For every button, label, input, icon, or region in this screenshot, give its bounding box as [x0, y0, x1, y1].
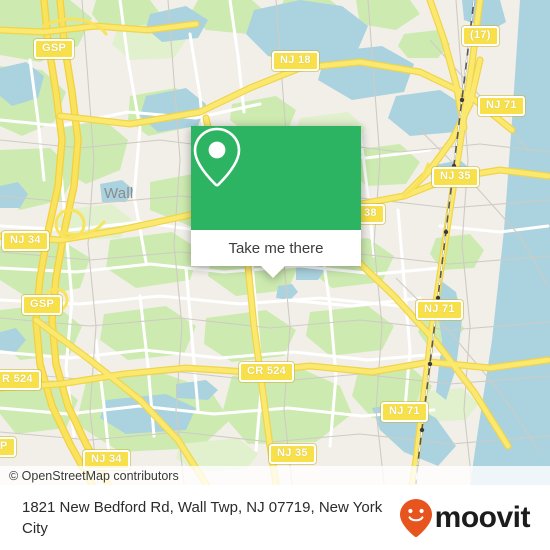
road-shield-gsp-south: GSP [22, 295, 63, 315]
moovit-logo[interactable]: moovit [399, 498, 550, 538]
map-pin-icon [193, 127, 241, 187]
place-label-wall: Wall [104, 185, 134, 202]
popup-header [191, 126, 361, 230]
road-shield-nj34-west: NJ 34 [2, 231, 49, 251]
road-shield-cr524-clipped: R 524 [0, 370, 41, 390]
road-shield-nj71-south: NJ 71 [381, 402, 428, 422]
moovit-wordmark: moovit [434, 500, 531, 534]
popup-action-button[interactable]: Take me there [191, 230, 361, 266]
location-popup-card[interactable]: Take me there [191, 126, 361, 278]
map-canvas[interactable]: Wall GSP (17) NJ 18 NJ 71 NJ 35 38 NJ 34… [0, 0, 550, 485]
road-shield-p-clipped: P [0, 437, 16, 457]
road-shield-nj71-north: NJ 71 [478, 96, 525, 116]
road-shield-gsp-north: GSP [34, 39, 75, 59]
map-attribution[interactable]: © OpenStreetMap contributors [0, 466, 550, 485]
moovit-map-screen: Wall GSP (17) NJ 18 NJ 71 NJ 35 38 NJ 34… [0, 0, 550, 550]
address-text: 1821 New Bedford Rd, Wall Twp, NJ 07719,… [22, 498, 383, 537]
road-shield-nj71-mid: NJ 71 [416, 300, 463, 320]
road-shield-17: (17) [462, 26, 499, 46]
road-shield-cr524: CR 524 [239, 362, 295, 382]
attribution-text: © OpenStreetMap contributors [9, 468, 179, 483]
footer-bar: 1821 New Bedford Rd, Wall Twp, NJ 07719,… [0, 485, 550, 550]
road-shield-nj35-east: NJ 35 [432, 167, 479, 187]
popup-pointer-tail [261, 266, 285, 278]
moovit-pin-smiley-icon [399, 498, 432, 537]
road-shield-nj35-south: NJ 35 [269, 444, 316, 464]
road-shield-nj18: NJ 18 [272, 51, 319, 71]
popup-action-label: Take me there [228, 239, 324, 257]
